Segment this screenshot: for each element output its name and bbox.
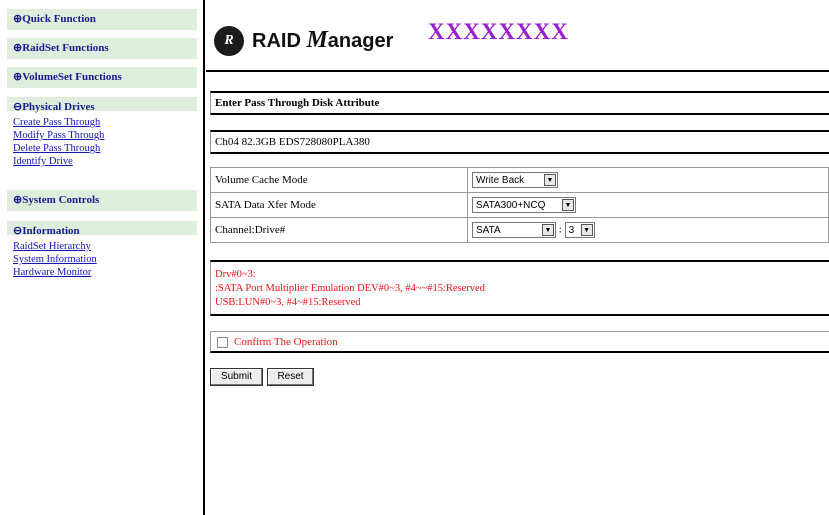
attribute-table: Volume Cache Mode Write Back ▼ SATA Data… (210, 167, 829, 243)
main-panel: R RAID Manager XXXXXXXX Enter Pass Throu… (206, 0, 829, 515)
table-row: Channel:Drive# SATA ▼ : 3 ▼ (210, 217, 829, 243)
sata-xfer-mode-select[interactable]: SATA300+NCQ ▼ (472, 197, 576, 213)
sidebar-link-hardware-monitor[interactable]: Hardware Monitor (13, 267, 91, 279)
confirm-label[interactable]: Confirm The Operation (234, 336, 338, 348)
channel-drive-cell: SATA ▼ : 3 ▼ (467, 217, 829, 243)
volume-cache-mode-value: Write Back (476, 175, 525, 186)
logo-text-raid: RAID (252, 30, 307, 52)
form-title: Enter Pass Through Disk Attribute (210, 91, 829, 115)
note-box: Drv#0~3: :SATA Port Multiplier Emulation… (210, 260, 829, 316)
table-row: Volume Cache Mode Write Back ▼ (210, 167, 829, 193)
channel-drive-label: Channel:Drive# (210, 217, 468, 243)
logo-text-rest: anager (327, 30, 394, 52)
disk-info: Ch04 82.3GB EDS728080PLA380 (210, 130, 829, 154)
channel-drive-separator: : (558, 223, 562, 236)
note-line: USB:LUN#0~3, #4~#15:Reserved (215, 297, 361, 308)
sidebar-section-physical-drives[interactable]: ⊖Physical Drives (7, 97, 197, 117)
dropdown-arrow-icon[interactable]: ▼ (544, 174, 556, 186)
sidebar: ⊕Quick Function ⊕RaidSet Functions ⊕Volu… (0, 0, 199, 515)
sidebar-link-delete-pass-through[interactable]: Delete Pass Through (13, 143, 100, 155)
sidebar-section-volumeset-functions[interactable]: ⊕VolumeSet Functions (7, 67, 197, 88)
header-divider (206, 70, 829, 72)
note-line: Drv#0~3: (215, 269, 256, 280)
sidebar-section-information[interactable]: ⊖Information (7, 221, 197, 241)
sata-xfer-mode-value: SATA300+NCQ (476, 200, 546, 211)
sidebar-link-create-pass-through[interactable]: Create Pass Through (13, 117, 100, 129)
note-line: :SATA Port Multiplier Emulation DEV#0~3,… (215, 283, 485, 294)
model-name: XXXXXXXX (428, 19, 569, 44)
logo-text: RAID Manager (252, 27, 393, 54)
volume-cache-mode-label: Volume Cache Mode (210, 167, 468, 193)
dropdown-arrow-icon[interactable]: ▼ (580, 224, 593, 236)
sidebar-section-quick-function[interactable]: ⊕Quick Function (7, 9, 197, 30)
dropdown-arrow-icon[interactable]: ▼ (542, 224, 554, 236)
logo-badge: R (214, 26, 244, 56)
sidebar-link-identify-drive[interactable]: Identify Drive (13, 156, 73, 168)
sidebar-section-system-controls[interactable]: ⊕System Controls (7, 190, 197, 211)
submit-button[interactable]: Submit (210, 368, 263, 386)
frame-divider[interactable] (203, 0, 205, 515)
dropdown-arrow-icon[interactable]: ▼ (562, 199, 574, 211)
channel-select[interactable]: SATA ▼ (472, 222, 556, 238)
sata-xfer-mode-cell: SATA300+NCQ ▼ (467, 192, 829, 218)
drive-select[interactable]: 3 ▼ (564, 222, 595, 238)
volume-cache-mode-select[interactable]: Write Back ▼ (472, 172, 558, 188)
sidebar-link-raidset-hierarchy[interactable]: RaidSet Hierarchy (13, 241, 91, 253)
confirm-row: Confirm The Operation (210, 331, 829, 353)
sidebar-link-modify-pass-through[interactable]: Modify Pass Through (13, 130, 104, 142)
reset-button[interactable]: Reset (267, 368, 314, 386)
volume-cache-mode-cell: Write Back ▼ (467, 167, 829, 193)
table-row: SATA Data Xfer Mode SATA300+NCQ ▼ (210, 192, 829, 218)
sidebar-section-raidset-functions[interactable]: ⊕RaidSet Functions (7, 38, 197, 59)
confirm-checkbox[interactable] (217, 336, 228, 348)
drive-value: 3 (568, 225, 575, 236)
sata-xfer-mode-label: SATA Data Xfer Mode (210, 192, 468, 218)
sidebar-link-system-information[interactable]: System Information (13, 254, 97, 266)
channel-value: SATA (476, 225, 501, 236)
logo-text-m: M (306, 27, 328, 53)
